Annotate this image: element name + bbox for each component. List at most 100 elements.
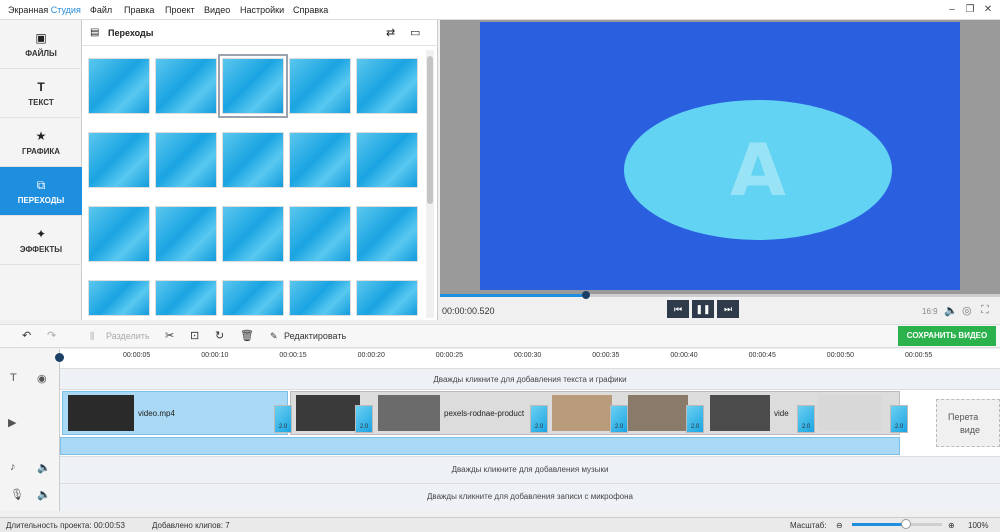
maximize-icon[interactable]: ❐ [962,3,978,17]
clip-thumbnail [628,395,688,431]
transition-duration: 2.0 [359,424,369,430]
transition-thumbnail[interactable] [222,206,284,262]
camera-icon[interactable]: ◎ [962,304,972,317]
text-icon: T [37,80,45,94]
zoom-fill [852,523,906,526]
clip-thumbnail [818,395,882,431]
zoom-knob[interactable] [901,519,911,529]
transition-thumbnail[interactable] [289,58,351,114]
zoom-label: Масштаб: [790,521,827,530]
clips-count: Добавлено клипов: 7 [152,521,230,530]
edit-toolbar: ↶ ↷ ⫼ Разделить ✂ ⊡ ↻ 🗑 ✎ Редактировать [0,324,1000,348]
transition-thumbnail[interactable] [356,206,418,262]
speaker-icon[interactable]: 🔈 [37,461,51,474]
eye-icon[interactable]: ◉ [37,372,47,385]
slideshow-icon[interactable]: ▭ [410,26,420,39]
sidebar-item-label: ГРАФИКА [22,147,60,156]
video-camera-icon: ▶ [8,417,17,429]
sidebar-item-label: ПЕРЕХОДЫ [17,196,65,205]
clip-thumbnail [68,395,134,431]
edit-pencil-icon[interactable]: ✎ [270,331,278,342]
ruler-tick-label: 00:00:15 [279,352,307,359]
preview-letter: A [730,128,786,212]
edit-button[interactable]: Редактировать [284,331,346,341]
transition-thumbnail[interactable] [155,132,217,188]
ruler-tick-label: 00:00:40 [670,352,698,359]
progress-knob[interactable] [581,291,590,299]
text-track-icon: T [10,372,17,384]
rotate-icon[interactable]: ↻ [215,329,224,342]
crop-icon[interactable]: ⊡ [190,329,199,342]
music-track-hint: Дважды кликните для добавления музыки [451,465,609,474]
volume-icon[interactable]: 🔈 [944,304,958,317]
menu-video[interactable]: Видео [204,5,230,15]
zoom-in-icon[interactable]: ⊕ [948,521,955,530]
transition-thumbnail[interactable] [155,206,217,262]
close-icon[interactable]: ✕ [980,3,996,17]
menu-settings[interactable]: Настройки [240,5,284,15]
clip-label: vide [774,409,789,418]
sidebar-item-transitions[interactable]: ⧉ ПЕРЕХОДЫ [0,167,82,216]
ruler-tick-label: 00:00:55 [905,352,933,359]
film-icon: ▤ [90,27,100,38]
transition-thumbnail[interactable] [222,280,284,316]
timeline-ruler[interactable]: 00:00:05 00:00:10 00:00:15 00:00:20 00:00:25… [60,349,1000,369]
menu-project[interactable]: Проект [165,5,195,15]
transition-thumbnail[interactable] [155,58,217,114]
minimize-icon[interactable]: – [944,3,960,17]
transition-thumbnail[interactable] [88,280,150,316]
sidebar-item-effects[interactable]: ✦ ЭФФЕКТЫ [0,216,82,265]
music-track[interactable]: Дважды кликните для добавления музыки [60,456,1000,483]
transition-thumbnail[interactable] [289,206,351,262]
aspect-ratio[interactable]: 16:9 [922,307,938,316]
trash-icon[interactable]: 🗑 [240,329,254,342]
save-video-button[interactable]: СОХРАНИТЬ ВИДЕО [898,326,996,346]
transition-thumbnail[interactable] [88,58,150,114]
text-track[interactable]: Дважды кликните для добавления текста и … [60,370,1000,390]
ruler-tick-label: 00:00:10 [201,352,229,359]
redo-icon[interactable]: ↷ [47,329,56,342]
ruler-tick-label: 00:00:35 [592,352,620,359]
transition-thumbnail[interactable] [289,132,351,188]
ruler-tick-label: 00:00:45 [748,352,776,359]
transition-thumbnail[interactable] [356,280,418,316]
transition-thumbnail[interactable] [356,58,418,114]
skip-forward-icon[interactable]: ⏭ [717,300,739,318]
shuffle-icon[interactable]: ⇄ [386,26,395,39]
transition-duration: 2.0 [534,424,544,430]
clip-thumbnail [552,395,612,431]
clip-thumbnail [710,395,770,431]
scissors-icon[interactable]: ✂ [165,329,174,342]
transition-thumbnail[interactable] [222,132,284,188]
speaker-icon[interactable]: 🔈 [37,488,51,501]
menu-file[interactable]: Файл [90,5,112,15]
ruler-tick-label: 00:00:20 [357,352,385,359]
zoom-out-icon[interactable]: ⊖ [836,521,843,530]
skip-back-icon[interactable]: ⏮ [667,300,689,318]
pause-icon[interactable]: ❚❚ [692,300,714,318]
transition-thumbnail[interactable] [218,54,288,118]
undo-icon[interactable]: ↶ [22,329,31,342]
menu-help[interactable]: Справка [293,5,328,15]
split-button[interactable]: Разделить [106,331,150,341]
sidebar-item-label: ЭФФЕКТЫ [19,245,63,254]
menu-edit[interactable]: Правка [124,5,154,15]
fullscreen-icon[interactable]: ⛶ [981,304,989,317]
sidebar-item-files[interactable]: ▣ ФАЙЛЫ [0,20,82,69]
microphone-track[interactable]: Дважды кликните для добавления записи с … [60,483,1000,510]
transition-thumbnail[interactable] [155,280,217,316]
sidebar-item-graphics[interactable]: ★ ГРАФИКА [0,118,82,167]
clip-label: pexels-rodnae-product [444,409,525,418]
sidebar-item-text[interactable]: T ТЕКСТ [0,69,82,118]
transition-thumbnail[interactable] [88,206,150,262]
preview-canvas: A [440,20,1000,294]
app-name-part1: Экранная [8,5,51,15]
clip-audio-band[interactable] [60,437,900,455]
transition-thumbnail[interactable] [356,132,418,188]
scrollbar-thumb[interactable] [427,56,433,204]
playhead[interactable] [55,353,64,362]
split-icon[interactable]: ⫼ [90,331,94,342]
transition-thumbnail[interactable] [289,280,351,316]
timecode: 00:00:00.520 [442,306,495,316]
transition-thumbnail[interactable] [88,132,150,188]
